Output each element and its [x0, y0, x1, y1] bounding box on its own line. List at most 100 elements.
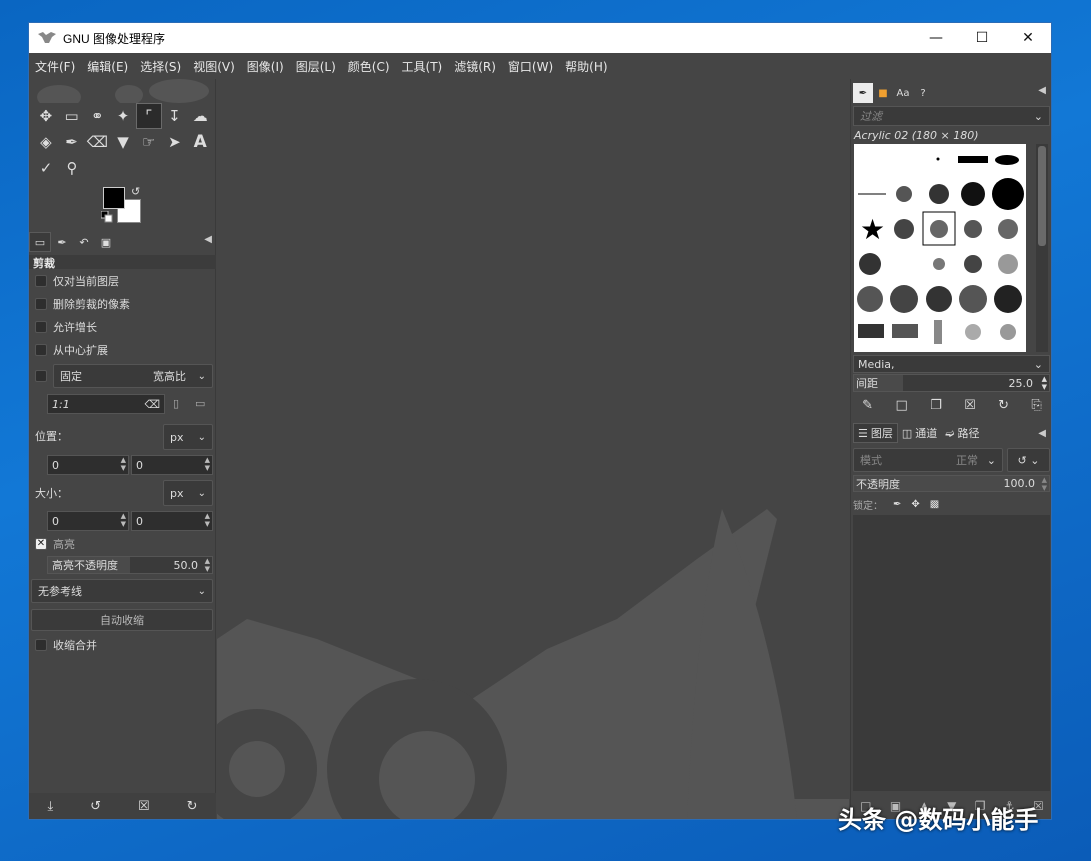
ratio-input[interactable]: 1:1 ⌫ [47, 394, 165, 414]
transform-tool-icon[interactable]: ↧ [162, 103, 188, 129]
menu-help[interactable]: 帮助(H) [565, 58, 607, 75]
device-status-tab[interactable]: ✒ [51, 232, 73, 252]
auto-shrink-button[interactable]: 自动收缩 [31, 609, 213, 631]
lock-alpha-icon[interactable]: ▩ [930, 499, 939, 510]
size-w-input[interactable]: 0 ▲ ▼ [47, 511, 129, 531]
position-y-input[interactable]: 0 ▲ ▼ [131, 455, 213, 475]
lock-pixels-icon[interactable]: ✒ [893, 499, 901, 510]
allow-growing-checkbox[interactable] [35, 320, 47, 333]
text-tool-icon[interactable]: A [187, 129, 213, 155]
edit-brush-icon[interactable]: ✎ [862, 398, 873, 413]
landscape-icon[interactable]: ▭ [195, 397, 205, 410]
spin-arrows-icon[interactable]: ▲ ▼ [121, 512, 126, 528]
brush-grid[interactable]: ★ [854, 144, 1026, 352]
expand-from-center-option[interactable]: 从中心扩展 [29, 338, 216, 361]
dock-menu-icon[interactable]: ◀ [1038, 428, 1046, 439]
menu-image[interactable]: 图像(I) [247, 58, 284, 75]
highlight-opacity-slider[interactable]: 高亮不透明度 50.0 ▲ ▼ [47, 556, 213, 574]
brushes-tab-icon[interactable]: ✒ [853, 83, 873, 103]
menu-filters[interactable]: 滤镜(R) [454, 58, 496, 75]
zoom-tool-icon[interactable]: ⚲ [59, 155, 85, 181]
paths-tool-icon[interactable]: ➤ [162, 129, 188, 155]
maximize-button[interactable]: ☐ [959, 23, 1005, 53]
size-h-input[interactable]: 0 ▲ ▼ [131, 511, 213, 531]
paths-tab[interactable]: ➫ 路径 [941, 423, 983, 443]
title-bar[interactable]: GNU 图像处理程序 — ☐ ✕ [29, 23, 1051, 53]
smudge-tool-icon[interactable]: ☞ [136, 129, 162, 155]
swap-colors-icon[interactable]: ↺ [131, 185, 140, 198]
composite-mode-dropdown[interactable]: ↺ ⌄ [1007, 448, 1050, 472]
menu-file[interactable]: 文件(F) [35, 58, 75, 75]
delete-brush-icon[interactable]: ☒ [964, 398, 976, 413]
menu-windows[interactable]: 窗口(W) [508, 58, 553, 75]
reset-options-icon[interactable]: ↻ [187, 799, 198, 814]
layer-opacity-slider[interactable]: 不透明度 100.0 ▲ ▼ [853, 475, 1050, 492]
clone-tool-icon[interactable]: ▼ [110, 129, 136, 155]
delete-cropped-option[interactable]: 删除剪裁的像素 [29, 292, 216, 315]
color-swatches[interactable]: ↺ [101, 185, 145, 225]
warp-tool-icon[interactable]: ☁ [187, 103, 213, 129]
lock-position-icon[interactable]: ✥ [911, 499, 919, 510]
menu-layer[interactable]: 图层(L) [296, 58, 336, 75]
menu-view[interactable]: 视图(V) [193, 58, 235, 75]
dock-menu-icon[interactable]: ◀ [1038, 85, 1046, 96]
position-unit-dropdown[interactable]: px ⌄ [163, 424, 213, 450]
menu-select[interactable]: 选择(S) [140, 58, 181, 75]
position-x-input[interactable]: 0 ▲ ▼ [47, 455, 129, 475]
highlight-option[interactable]: ✕ 高亮 [29, 533, 216, 555]
allow-growing-option[interactable]: 允许增长 [29, 315, 216, 338]
fonts-tab-icon[interactable]: Aa [893, 83, 913, 103]
spin-arrows-icon[interactable]: ▲ ▼ [1042, 476, 1047, 492]
rect-select-tool-icon[interactable]: ▭ [59, 103, 85, 129]
color-picker-tool-icon[interactable]: ✓ [33, 155, 59, 181]
size-unit-dropdown[interactable]: px ⌄ [163, 480, 213, 506]
delete-cropped-checkbox[interactable] [35, 297, 47, 310]
shrink-merged-checkbox[interactable] [35, 638, 47, 651]
spin-arrows-icon[interactable]: ▲ ▼ [121, 456, 126, 472]
spin-arrows-icon[interactable]: ▲ ▼ [205, 557, 210, 573]
shrink-merged-option[interactable]: 收缩合并 [29, 633, 216, 656]
lasso-tool-icon[interactable]: ⚭ [84, 103, 110, 129]
bucket-fill-tool-icon[interactable]: ◈ [33, 129, 59, 155]
dock-menu-icon[interactable]: ◀ [204, 234, 212, 245]
save-options-icon[interactable]: ⤓ [47, 799, 53, 814]
brush-filter-input[interactable]: 过滤 ⌄ [853, 106, 1050, 126]
menu-edit[interactable]: 编辑(E) [87, 58, 128, 75]
spin-arrows-icon[interactable]: ▲ ▼ [205, 456, 210, 472]
move-tool-icon[interactable]: ✥ [33, 103, 59, 129]
refresh-brushes-icon[interactable]: ↻ [998, 398, 1009, 413]
fixed-checkbox[interactable] [35, 370, 47, 382]
open-brush-icon[interactable]: ⎘ [1031, 398, 1041, 413]
layers-tab[interactable]: ☰ 图层 [853, 423, 898, 443]
image-canvas[interactable] [217, 79, 849, 819]
menu-colors[interactable]: 颜色(C) [348, 58, 390, 75]
help-tab-icon[interactable]: ? [913, 83, 933, 103]
layers-list[interactable] [853, 515, 1050, 791]
delete-options-icon[interactable]: ☒ [138, 799, 150, 814]
restore-options-icon[interactable]: ↺ [90, 799, 101, 814]
guides-dropdown[interactable]: 无参考线 ⌄ [31, 579, 213, 603]
duplicate-brush-icon[interactable]: ❐ [930, 398, 942, 413]
brush-tag-select[interactable]: Media, ⌄ [853, 355, 1050, 373]
new-brush-icon[interactable]: □ [895, 398, 907, 413]
eraser-tool-icon[interactable]: ⌫ [84, 129, 110, 155]
brush-spacing-slider[interactable]: 间距 25.0 ▲ ▼ [853, 374, 1050, 392]
undo-history-tab[interactable]: ↶ [73, 232, 95, 252]
fixed-dropdown[interactable]: 固定 宽高比 ⌄ [53, 364, 213, 388]
crop-tool-icon[interactable]: ⌜ [135, 103, 162, 129]
spin-arrows-icon[interactable]: ▲ ▼ [205, 512, 210, 528]
fuzzy-select-tool-icon[interactable]: ✦ [110, 103, 136, 129]
portrait-icon[interactable]: ▯ [173, 397, 179, 410]
tool-options-tab[interactable]: ▭ [29, 232, 51, 252]
spin-arrows-icon[interactable]: ▲ ▼ [1042, 375, 1047, 391]
expand-from-center-checkbox[interactable] [35, 343, 47, 356]
paintbrush-tool-icon[interactable]: ✒ [59, 129, 85, 155]
clear-input-icon[interactable]: ⌫ [144, 398, 160, 411]
minimize-button[interactable]: — [913, 23, 959, 53]
current-layer-only-checkbox[interactable] [35, 274, 47, 287]
brush-scrollbar[interactable] [1036, 144, 1048, 352]
patterns-tab-icon[interactable]: ■ [873, 83, 893, 103]
layer-mode-dropdown[interactable]: 模式 正常 ⌄ [853, 448, 1003, 472]
close-button[interactable]: ✕ [1005, 23, 1051, 53]
highlight-checkbox[interactable]: ✕ [35, 538, 47, 550]
